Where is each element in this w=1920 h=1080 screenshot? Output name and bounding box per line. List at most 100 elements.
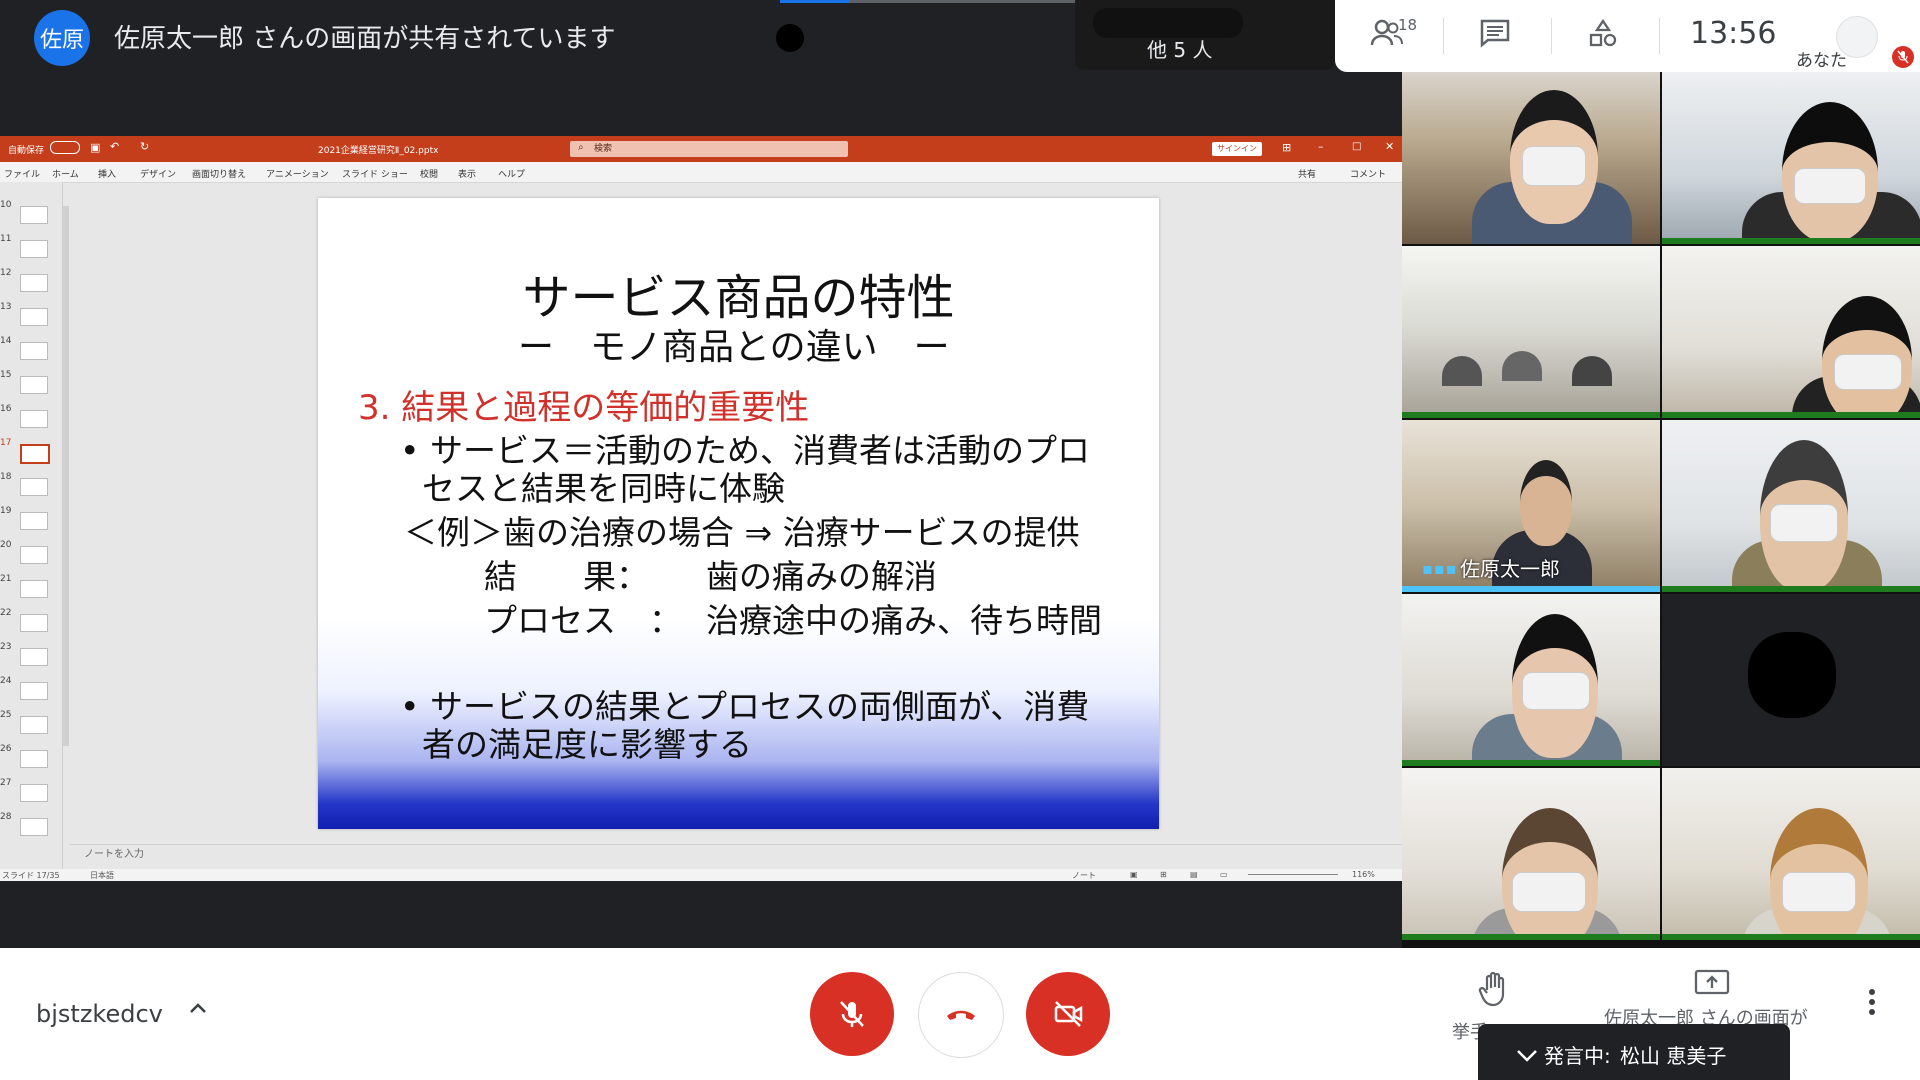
status-slide-count: スライド 17/35 [2, 871, 60, 880]
activities-icon[interactable] [1583, 18, 1623, 54]
thumb-number: 22 [0, 608, 12, 618]
save-icon[interactable]: ▣ [90, 141, 100, 154]
slide-thumbnail[interactable] [20, 580, 48, 598]
maximize-icon[interactable]: □ [1352, 141, 1361, 152]
close-icon[interactable]: ✕ [1385, 140, 1394, 153]
participant-tile[interactable] [1662, 72, 1920, 244]
slide-thumbnail[interactable] [20, 512, 48, 530]
ppt-title-bar: 自動保存 ▣ ↶ ↻ 2021企業経営研究Ⅱ_02.pptx 検索 ⌕ サインイ… [0, 136, 1402, 162]
thumb-number: 14 [0, 336, 12, 346]
ribbon-display-icon[interactable]: ⊞ [1282, 141, 1291, 154]
menu-design[interactable]: デザイン [140, 167, 176, 180]
slide-thumbnail[interactable] [20, 682, 48, 700]
microphone-toggle-button[interactable] [810, 972, 894, 1056]
ppt-signin-button[interactable]: サインイン [1212, 142, 1262, 156]
undo-icon[interactable]: ↶ [110, 140, 119, 153]
search-icon: ⌕ [578, 142, 584, 153]
ppt-filename[interactable]: 2021企業経営研究Ⅱ_02.pptx [318, 143, 438, 156]
ppt-share-button[interactable]: 共有 [1298, 167, 1316, 180]
slide-subtitle: ー モノ商品との違い ー [518, 327, 950, 368]
participant-tile[interactable] [1402, 594, 1660, 766]
reading-view-icon[interactable]: ▤ [1190, 870, 1198, 879]
slide-thumbnail[interactable] [20, 750, 48, 768]
slide-thumbnail[interactable] [20, 240, 48, 258]
slide-thumbnail[interactable] [20, 546, 48, 564]
minimize-icon[interactable]: – [1318, 140, 1324, 153]
participant-tile[interactable] [1402, 768, 1660, 940]
slide-thumbnail[interactable] [20, 206, 48, 224]
speaking-now-banner[interactable]: 発言中: 松山 恵美子 [1478, 1024, 1790, 1080]
raise-hand-icon[interactable] [1478, 970, 1512, 1016]
menu-home[interactable]: ホーム [52, 167, 79, 180]
autosave-toggle[interactable] [50, 141, 80, 154]
menu-file[interactable]: ファイル [4, 167, 40, 180]
menu-review[interactable]: 校閲 [420, 167, 438, 180]
slide-thumbnail[interactable] [20, 614, 48, 632]
menu-help[interactable]: ヘルプ [498, 167, 525, 180]
meeting-code[interactable]: bjstzkedcv [36, 1000, 163, 1028]
more-options-icon[interactable] [1862, 988, 1882, 1024]
ppt-comment-button[interactable]: コメント [1350, 167, 1386, 180]
thumb-number: 12 [0, 268, 12, 278]
participant-tile[interactable] [1662, 768, 1920, 940]
slide-thumbnail[interactable] [20, 818, 48, 836]
redo-icon[interactable]: ↻ [140, 140, 149, 153]
menu-view[interactable]: 表示 [458, 167, 476, 180]
shared-screen: 自動保存 ▣ ↶ ↻ 2021企業経営研究Ⅱ_02.pptx 検索 ⌕ サインイ… [0, 136, 1402, 881]
ppt-autosave[interactable]: 自動保存 [8, 143, 44, 156]
slideshow-view-icon[interactable]: ▭ [1220, 870, 1228, 879]
slide-thumbnail-selected[interactable] [20, 444, 50, 464]
chat-icon[interactable] [1475, 18, 1515, 54]
slide-thumbnail[interactable] [20, 716, 48, 734]
ppt-menu-bar: ファイル ホーム 挿入 デザイン 画面切り替え アニメーション スライド ショー… [0, 162, 1402, 183]
normal-view-icon[interactable]: ▣ [1130, 870, 1138, 879]
ppt-search-box[interactable]: 検索 [570, 141, 848, 157]
participant-grid: ▪▪▪ 佐原太一郎 [1402, 72, 1920, 948]
participant-tile[interactable] [1662, 246, 1920, 418]
speaking-prefix: 発言中: [1544, 1044, 1611, 1068]
present-screen-icon[interactable] [1694, 968, 1730, 1008]
thumb-number: 27 [0, 778, 12, 788]
leave-call-button[interactable] [918, 972, 1004, 1058]
slide-thumbnail[interactable] [20, 376, 48, 394]
others-tile[interactable]: 他 5 人 [1075, 0, 1335, 70]
zoom-level[interactable]: 116% [1352, 870, 1375, 879]
thumbnail-scrollbar[interactable] [63, 206, 69, 746]
slide-thumbnail[interactable] [20, 274, 48, 292]
thumb-number: 26 [0, 744, 12, 754]
participant-name: 佐原太一郎 [1460, 557, 1560, 581]
hang-up-icon [947, 1010, 975, 1020]
participant-tile-presenter[interactable]: ▪▪▪ 佐原太一郎 [1402, 420, 1660, 592]
camera-toggle-button[interactable] [1026, 972, 1110, 1056]
notes-pane[interactable]: ノートを入力 [70, 844, 1402, 864]
menu-insert[interactable]: 挿入 [98, 167, 116, 180]
slide-thumbnails: 10 11 12 13 14 15 16 17 18 19 20 21 22 2… [0, 182, 63, 872]
slide-thumbnail[interactable] [20, 648, 48, 666]
participant-tile[interactable] [1662, 420, 1920, 592]
thumb-number: 28 [0, 812, 12, 822]
result-label: 結 果： [484, 557, 649, 596]
slide-thumbnail[interactable] [20, 478, 48, 496]
sorter-view-icon[interactable]: ⊞ [1160, 870, 1167, 879]
participant-tile-camera-off[interactable] [1662, 594, 1920, 766]
status-notes-button[interactable]: ノート [1072, 870, 1096, 881]
mic-off-icon [840, 1001, 864, 1027]
slide-thumbnail[interactable] [20, 784, 48, 802]
menu-animations[interactable]: アニメーション [266, 167, 329, 180]
camera-off-icon [1054, 1001, 1083, 1027]
thumb-number: 18 [0, 472, 12, 482]
menu-transitions[interactable]: 画面切り替え [192, 167, 246, 180]
slide-thumbnail[interactable] [20, 342, 48, 360]
bullet-2-line-2: 者の満足度に影響する [422, 725, 752, 764]
chevron-up-icon[interactable] [186, 996, 210, 1026]
slide-thumbnail[interactable] [20, 308, 48, 326]
participant-tile[interactable] [1402, 246, 1660, 418]
sharing-title: 佐原太一郎 さんの画面が共有されています [114, 24, 616, 54]
zoom-slider[interactable] [1248, 874, 1338, 875]
slide-heading: 3. 結果と過程の等価的重要性 [358, 388, 810, 428]
menu-slideshow[interactable]: スライド ショー [342, 167, 408, 180]
status-language: 日本語 [90, 871, 114, 880]
slide-thumbnail[interactable] [20, 410, 48, 428]
result-value: 歯の痛みの解消 [706, 557, 937, 596]
participant-tile[interactable] [1402, 72, 1660, 244]
